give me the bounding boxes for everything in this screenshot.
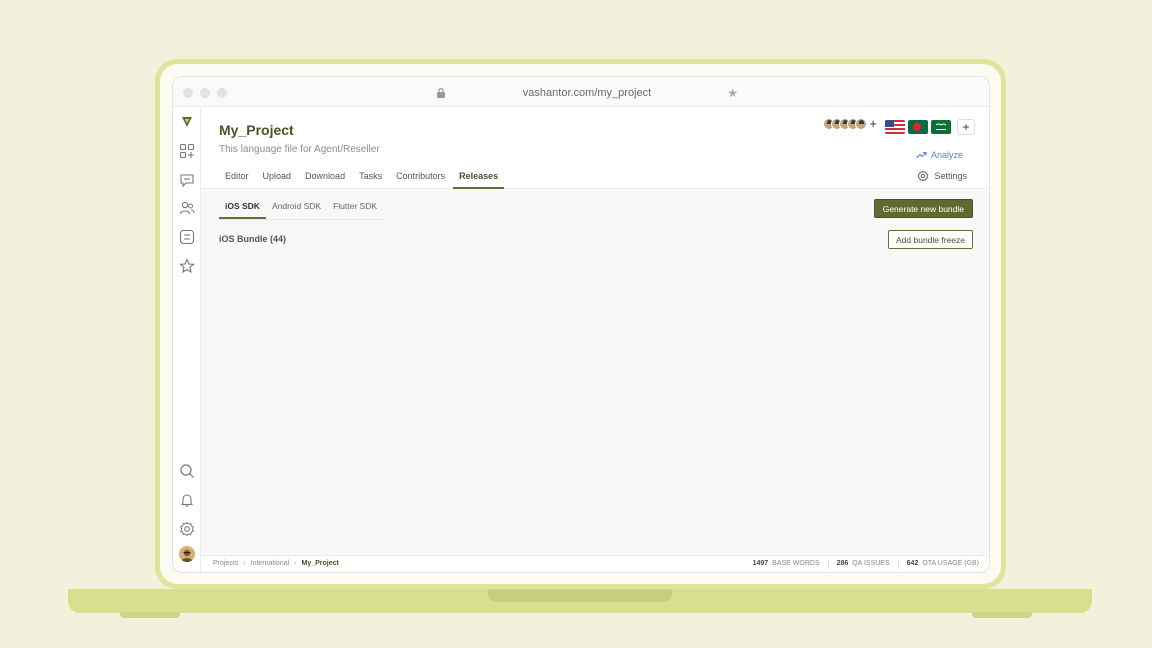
stat-value: 642 (906, 560, 919, 567)
breadcrumb: Projects › International › My_Project (213, 560, 339, 567)
tab-android-sdk[interactable]: Android SDK (266, 198, 327, 219)
laptop-notch (488, 589, 672, 602)
divider (897, 560, 899, 569)
sdk-tabs: iOS SDK Android SDK Flutter SDK (219, 198, 384, 220)
trend-up-icon (916, 151, 927, 159)
stat-label: QA ISSUES (852, 560, 890, 567)
analyze-label: Analyze (930, 150, 963, 160)
stat-label: OTA USAGE (GB) (922, 560, 979, 567)
contributor-avatars[interactable]: + (823, 117, 877, 130)
tab-releases[interactable]: Releases (453, 163, 505, 189)
sidebar (173, 108, 201, 572)
search-icon[interactable] (179, 463, 195, 479)
dashboard-icon[interactable] (179, 143, 195, 159)
breadcrumb-projects[interactable]: Projects (213, 560, 238, 567)
stat-label: BASE WORDS (772, 560, 820, 567)
stat-base-words: 1497 BASE WORDS (753, 560, 820, 569)
user-avatar-image (181, 549, 193, 562)
project-tabs: Editor Upload Download Tasks Contributor… (219, 163, 506, 189)
browser-bar: vashantor.com/my_project ★ (173, 77, 989, 107)
address-bar[interactable]: vashantor.com/my_project ★ (428, 83, 746, 103)
settings-label: Settings (934, 171, 967, 181)
us-flag-icon[interactable] (885, 120, 905, 134)
generate-bundle-button[interactable]: Generate new bundle (873, 199, 973, 218)
app-window: vashantor.com/my_project ★ My_Project Th… (172, 76, 990, 573)
tab-contributors[interactable]: Contributors (390, 163, 451, 189)
lock-icon (437, 87, 445, 98)
bangladesh-flag-icon[interactable] (908, 120, 928, 134)
tab-upload[interactable]: Upload (257, 163, 298, 189)
tab-download[interactable]: Download (299, 163, 351, 189)
stat-value: 286 (836, 560, 849, 567)
analyze-link[interactable]: Analyze (916, 150, 963, 160)
app-logo-icon[interactable] (181, 116, 193, 128)
user-avatar[interactable] (179, 546, 195, 562)
page-title: My_Project (219, 122, 294, 138)
bookmark-star-icon[interactable]: ★ (727, 86, 738, 100)
language-flags: + (885, 119, 975, 135)
saudi-arabia-flag-icon[interactable] (931, 120, 951, 134)
star-icon[interactable] (179, 258, 195, 274)
minimize-dot[interactable] (200, 88, 210, 98)
laptop-foot-right (972, 612, 1032, 618)
tab-flutter-sdk[interactable]: Flutter SDK (327, 198, 383, 219)
stat-qa-issues: 286 QA ISSUES (837, 560, 890, 569)
add-language-button[interactable]: + (957, 119, 975, 135)
add-contributor-button[interactable]: + (869, 117, 877, 130)
settings-link[interactable]: Settings (917, 170, 967, 182)
settings-gear-icon (918, 170, 929, 182)
divider (827, 560, 829, 569)
stat-ota-usage: 642 OTA USAGE (GB) (907, 560, 979, 569)
tab-tasks[interactable]: Tasks (353, 163, 388, 189)
bell-icon[interactable] (179, 492, 195, 508)
add-bundle-freeze-button[interactable]: Add bundle freeze (888, 230, 973, 249)
project-header: My_Project This language file for Agent/… (201, 108, 989, 189)
maximize-dot[interactable] (217, 88, 227, 98)
contributor-avatar (855, 118, 868, 130)
close-dot[interactable] (183, 88, 193, 98)
page-subtitle: This language file for Agent/Reseller (219, 144, 380, 155)
tab-ios-sdk[interactable]: iOS SDK (219, 198, 266, 219)
laptop-foot-left (120, 612, 180, 618)
tab-editor[interactable]: Editor (219, 163, 255, 189)
breadcrumb-international[interactable]: International (251, 560, 290, 567)
status-footer: Projects › International › My_Project 14… (201, 555, 989, 572)
gear-icon[interactable] (179, 521, 195, 537)
project-stats: 1497 BASE WORDS 286 QA ISSUES 642 OTA USAGE… (753, 560, 979, 569)
breadcrumb-separator: › (294, 560, 297, 567)
users-icon[interactable] (179, 200, 195, 216)
bundle-count-label: iOS Bundle (44) (219, 234, 287, 244)
main-content: My_Project This language file for Agent/… (201, 108, 989, 555)
chat-icon[interactable] (179, 172, 195, 188)
url-text: vashantor.com/my_project (522, 87, 652, 99)
list-icon[interactable] (179, 229, 195, 245)
breadcrumb-current: My_Project (301, 560, 339, 567)
breadcrumb-separator: › (243, 560, 246, 567)
stat-value: 1497 (752, 560, 769, 567)
